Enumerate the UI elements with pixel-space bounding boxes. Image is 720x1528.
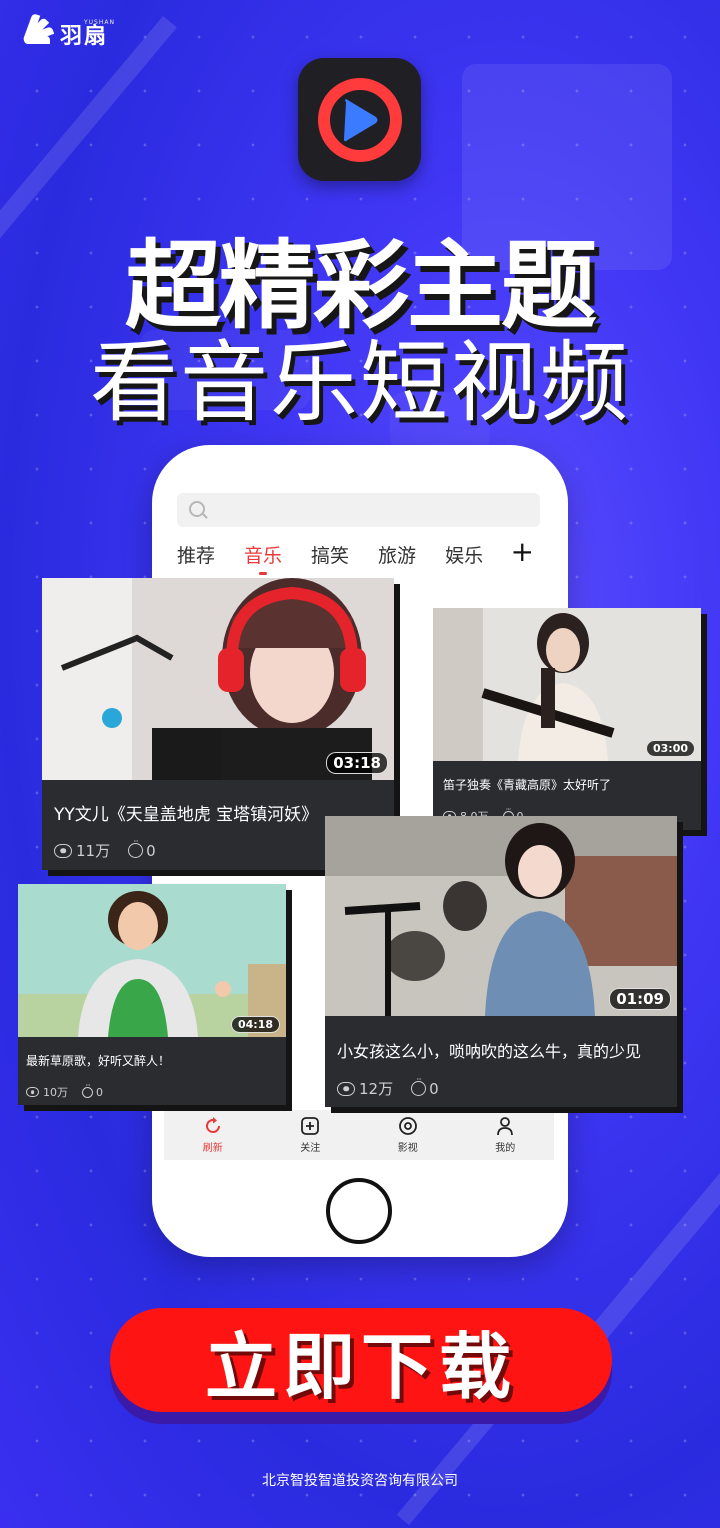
nav-follow-label: 关注 — [300, 1143, 321, 1154]
search-icon — [189, 501, 205, 517]
tab-recommend[interactable]: 推荐 — [177, 541, 215, 568]
thumbnail-illustration — [18, 884, 286, 1037]
comment-count: 0 — [146, 841, 156, 860]
comment-count: 0 — [429, 1079, 439, 1098]
video-stats: 10万 0 — [26, 1081, 103, 1100]
comment-count: 0 — [96, 1085, 103, 1099]
video-stats: 12万 0 — [337, 1075, 439, 1099]
thumbnail-illustration — [433, 608, 701, 761]
download-button-label: 立即下载 — [204, 1324, 517, 1409]
tab-funny[interactable]: 搞笑 — [311, 541, 349, 568]
views-icon — [337, 1081, 355, 1096]
add-square-icon — [301, 1117, 320, 1135]
nav-refresh[interactable]: 刷新 — [183, 1116, 243, 1154]
refresh-icon — [205, 1117, 220, 1133]
brand-logo: YUSHAN 羽扇 — [22, 13, 115, 49]
view-count: 10万 — [43, 1086, 68, 1099]
bottom-nav: 刷新 关注 影视 我的 — [164, 1110, 554, 1160]
tab-entertainment[interactable]: 娱乐 — [445, 541, 483, 568]
thumbnail-illustration — [325, 816, 677, 1016]
view-count: 11万 — [76, 842, 111, 860]
person-icon — [497, 1117, 514, 1136]
video-thumbnail: 03:18 — [42, 578, 394, 780]
comment-icon — [411, 1075, 427, 1096]
video-thumbnail: 01:09 — [325, 816, 677, 1016]
company-name: 北京智投智道投资咨询有限公司 — [262, 1473, 458, 1489]
app-icon — [298, 58, 421, 181]
view-count: 12万 — [359, 1080, 394, 1098]
search-input[interactable] — [177, 493, 540, 527]
nav-refresh-label: 刷新 — [202, 1143, 223, 1154]
video-card[interactable]: 01:09 小女孩这么小，唢呐吹的这么牛，真的少见 12万 0 — [325, 816, 677, 1107]
nav-follow[interactable]: 关注 — [280, 1116, 340, 1154]
video-duration: 01:09 — [609, 988, 671, 1010]
nav-mine-label: 我的 — [495, 1143, 516, 1154]
video-title: 笛子独奏《青藏高原》太好听了 — [443, 778, 612, 792]
views-icon — [26, 1087, 39, 1097]
video-stats: 11万 0 — [54, 837, 156, 861]
nav-mine[interactable]: 我的 — [475, 1116, 535, 1154]
fan-wings-icon — [22, 13, 56, 48]
brand-name: 羽扇 — [60, 24, 109, 49]
views-icon — [54, 843, 72, 858]
category-tabs: 推荐 音乐 搞笑 旅游 娱乐 + — [177, 535, 540, 575]
video-card[interactable]: 03:00 笛子独奏《青藏高原》太好听了 8.0万 0 — [433, 608, 701, 830]
nav-film-label: 影视 — [397, 1143, 418, 1154]
video-thumbnail: 03:00 — [433, 608, 701, 761]
video-duration: 03:00 — [645, 740, 695, 757]
video-title: 最新草原歌，好听又醉人！ — [26, 1054, 171, 1068]
comment-icon — [82, 1081, 93, 1098]
film-reel-icon — [398, 1117, 417, 1135]
video-title: YY文儿《天皇盖地虎 宝塔镇河妖》 — [54, 805, 319, 825]
tab-travel[interactable]: 旅游 — [378, 541, 416, 568]
video-duration: 04:18 — [230, 1016, 280, 1033]
video-title: 小女孩这么小，唢呐吹的这么牛，真的少见 — [337, 1042, 642, 1061]
home-button[interactable] — [326, 1178, 392, 1244]
play-button-icon — [343, 98, 377, 141]
brand-small-text: YUSHAN — [84, 19, 115, 26]
download-button[interactable]: 立即下载 — [110, 1308, 612, 1412]
nav-film[interactable]: 影视 — [378, 1116, 438, 1154]
tab-music[interactable]: 音乐 — [244, 541, 282, 575]
video-thumbnail: 04:18 — [18, 884, 286, 1037]
video-duration: 03:18 — [326, 752, 388, 774]
headline-line-2: 看音乐短视频 — [89, 331, 630, 434]
video-card[interactable]: 04:18 最新草原歌，好听又醉人！ 10万 0 — [18, 884, 286, 1105]
add-tab-button[interactable]: + — [511, 535, 534, 568]
thumbnail-illustration — [42, 578, 394, 780]
comment-icon — [128, 837, 144, 858]
